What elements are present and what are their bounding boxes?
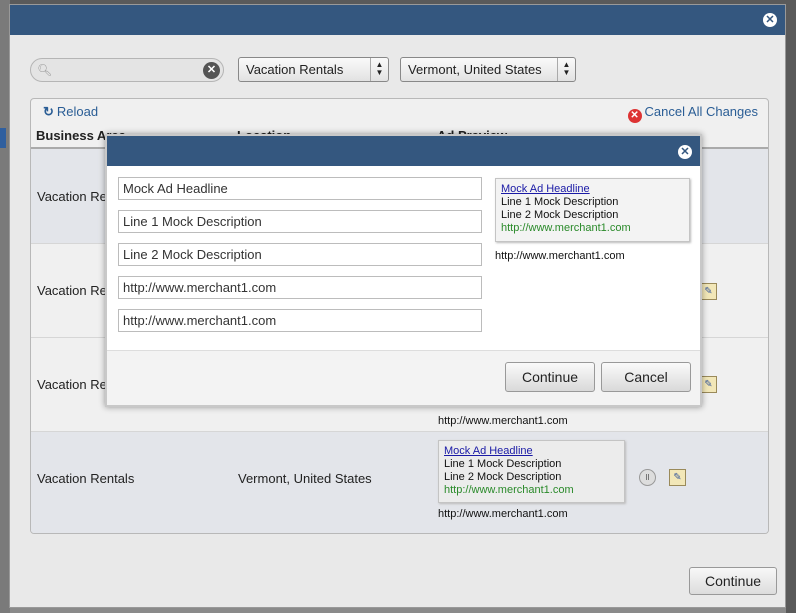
display-url: http://www.merchant1.com	[438, 415, 568, 427]
table-row[interactable]: Vacation Rentals Vermont, United States …	[31, 432, 768, 533]
cancel-icon: ✕	[627, 109, 642, 123]
category-select[interactable]: Vacation Rentals ▲ ▼	[238, 57, 389, 82]
ad-headline[interactable]: Mock Ad Headline	[444, 445, 619, 458]
select-arrows-icon: ▲ ▼	[370, 58, 388, 81]
cancel-all-changes-link[interactable]: ✕ Cancel All Changes	[627, 104, 758, 123]
ad-line1: Line 1 Mock Description	[501, 196, 619, 208]
ad-url: http://www.merchant1.com	[444, 484, 574, 496]
select-arrows-icon: ▲ ▼	[557, 58, 575, 81]
location-select-value: Vermont, United States	[408, 62, 542, 77]
description-line2-field[interactable]	[118, 243, 482, 266]
modal-cancel-button[interactable]: Cancel	[601, 362, 691, 392]
close-icon[interactable]: ✕	[763, 13, 777, 27]
ad-line2: Line 2 Mock Description	[501, 209, 619, 221]
edit-icon[interactable]: ✎	[700, 283, 717, 300]
business-area-cell: Vacation Rentals	[37, 471, 135, 486]
ad-preview-card: Mock Ad Headline Line 1 Mock Description…	[438, 440, 625, 503]
reload-label: Reload	[56, 104, 99, 119]
cancel-all-label: Cancel All Changes	[644, 104, 758, 119]
ad-preview-card: Mock Ad Headline Line 1 Mock Description…	[495, 178, 690, 242]
reload-icon: ↻	[43, 104, 54, 119]
search-icon: 🔍︎	[37, 63, 53, 77]
ad-url: http://www.merchant1.com	[501, 222, 631, 234]
clear-search-icon[interactable]: ✕	[203, 62, 220, 79]
description-line1-field[interactable]	[118, 210, 482, 233]
panel-toolbar: ↻ Reload ✕ Cancel All Changes	[31, 99, 768, 125]
modal-title-bar: ✕	[107, 136, 700, 166]
location-select[interactable]: Vermont, United States ▲ ▼	[400, 57, 576, 82]
edit-icon[interactable]: ✎	[669, 469, 686, 486]
search-box: 🔍︎ ✕	[30, 58, 224, 82]
ad-line2: Line 2 Mock Description	[444, 471, 562, 483]
preview-display-url: http://www.merchant1.com	[495, 250, 625, 262]
display-url: http://www.merchant1.com	[438, 508, 568, 520]
reload-link[interactable]: ↻ Reload	[43, 104, 98, 120]
dialog-title-bar: ✕	[10, 5, 785, 35]
search-input[interactable]	[53, 61, 197, 81]
modal-footer: Continue Cancel	[107, 350, 700, 405]
destination-url-field[interactable]	[118, 309, 482, 332]
edit-ad-modal: ✕ Mock Ad Headline Line 1 Mock Descripti…	[105, 134, 702, 407]
headline-field[interactable]	[118, 177, 482, 200]
location-cell: Vermont, United States	[238, 471, 372, 486]
close-icon[interactable]: ✕	[678, 145, 692, 159]
ad-headline[interactable]: Mock Ad Headline	[501, 183, 684, 196]
modal-continue-button[interactable]: Continue	[505, 362, 595, 392]
ad-line1: Line 1 Mock Description	[444, 458, 562, 470]
category-select-value: Vacation Rentals	[246, 62, 344, 77]
background-highlight	[0, 128, 6, 148]
display-url-field[interactable]	[118, 276, 482, 299]
continue-button[interactable]: Continue	[689, 567, 777, 595]
pause-icon[interactable]: II	[639, 469, 656, 486]
edit-icon[interactable]: ✎	[700, 376, 717, 393]
